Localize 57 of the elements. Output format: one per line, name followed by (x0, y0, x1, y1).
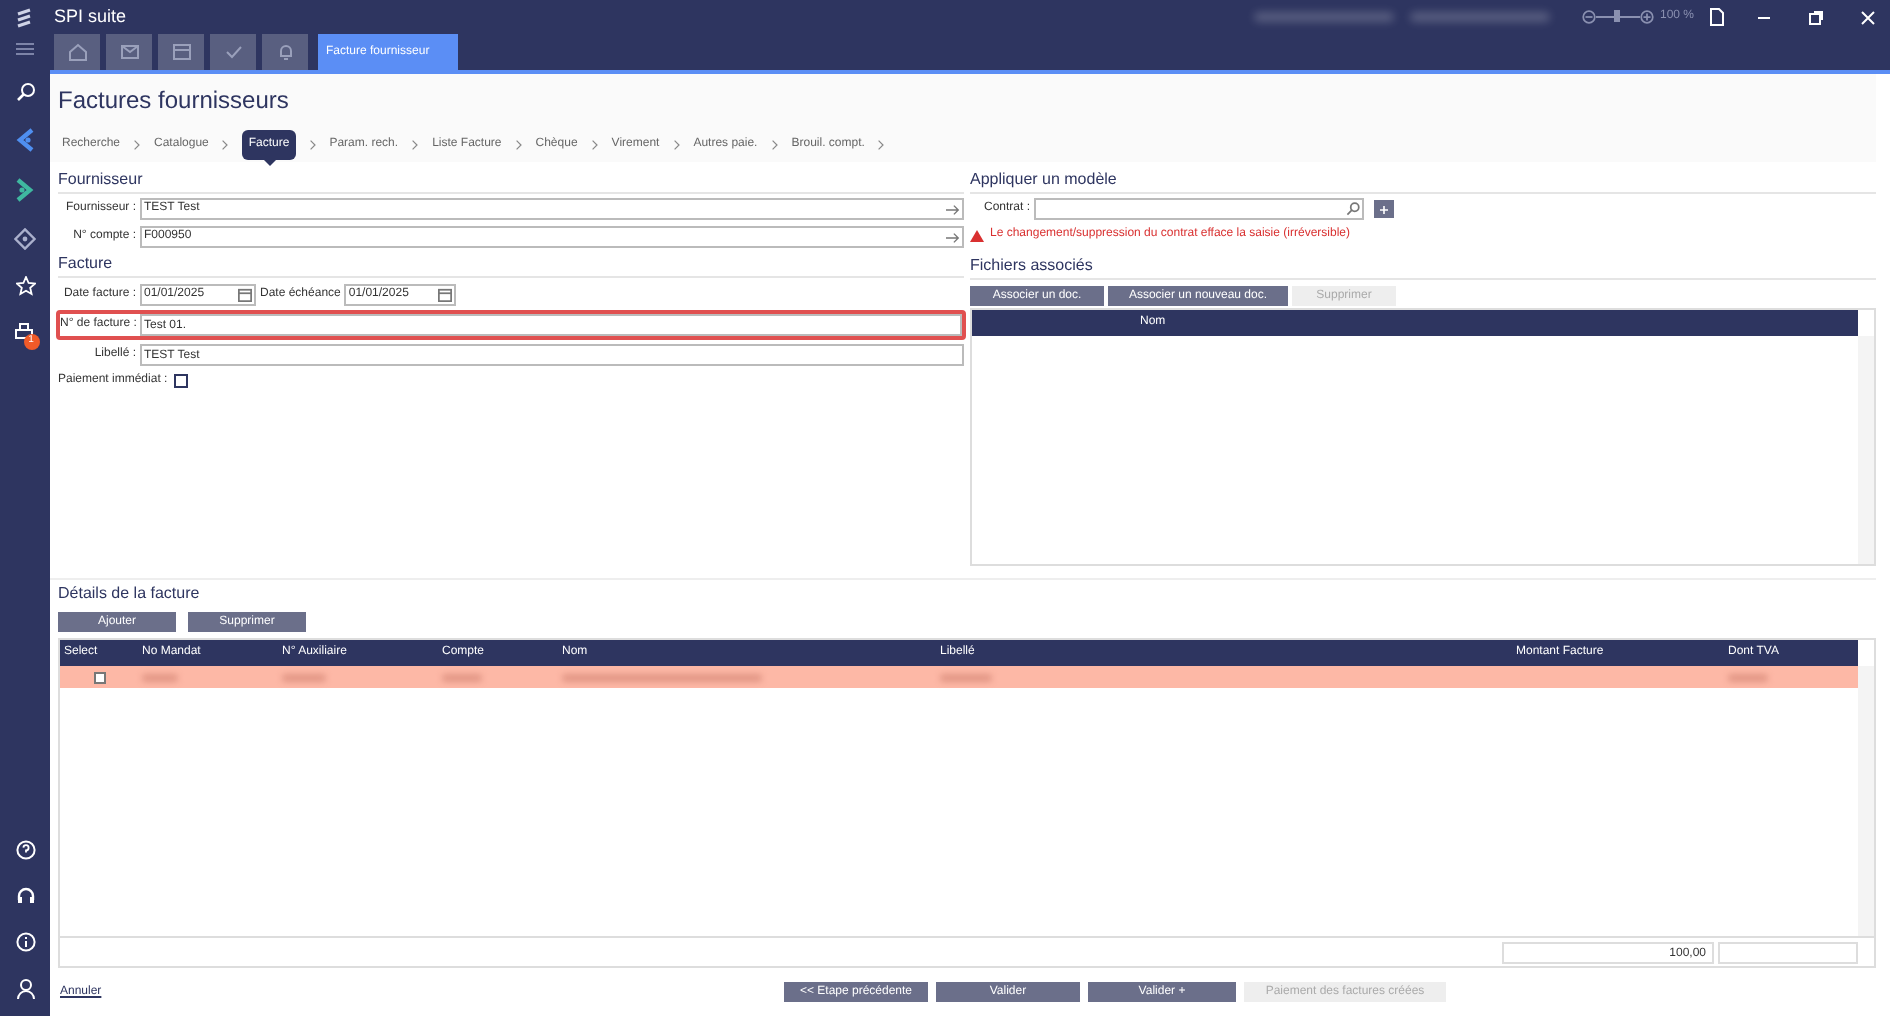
info-icon[interactable] (15, 932, 35, 952)
zoom-out-icon[interactable] (1581, 10, 1596, 24)
checkbox[interactable] (173, 374, 188, 388)
zoom-in-icon[interactable] (1639, 10, 1654, 24)
section-heading: Détails de la facture (58, 582, 202, 606)
arrow-icon[interactable] (946, 203, 960, 215)
tab[interactable] (262, 34, 308, 70)
right-arrow-icon[interactable] (14, 178, 36, 202)
mail-icon (119, 42, 139, 62)
section-heading: Facture (58, 252, 964, 278)
tva-total-field (1718, 941, 1858, 963)
tab[interactable] (158, 34, 204, 70)
chevron-icon (222, 140, 229, 150)
headset-icon[interactable] (15, 886, 35, 906)
restore-icon[interactable] (1808, 9, 1824, 25)
zoom-slider[interactable] (1595, 10, 1640, 24)
chevron-icon (134, 140, 141, 150)
search-icon[interactable] (15, 82, 35, 102)
page-title: Factures fournisseurs (58, 84, 291, 118)
tab[interactable] (54, 34, 100, 70)
document-icon[interactable] (1710, 8, 1724, 26)
plus-icon (1380, 205, 1388, 213)
section-heading: Fichiers associés (970, 254, 1876, 280)
contract-field[interactable] (1034, 198, 1364, 220)
warning-icon (970, 229, 984, 241)
tab[interactable] (106, 34, 152, 70)
add-button[interactable] (1374, 200, 1394, 218)
close-icon[interactable] (1860, 9, 1876, 25)
chevron-icon (591, 140, 598, 150)
chevron-icon (878, 140, 885, 150)
menu-icon[interactable] (16, 42, 34, 56)
home-icon (67, 42, 87, 62)
printer-icon[interactable] (13, 322, 33, 342)
slider-thumb[interactable] (1613, 10, 1620, 22)
section-heading: Appliquer un modèle (970, 168, 1876, 194)
chevron-icon (771, 140, 778, 150)
calendar-icon[interactable] (238, 288, 252, 302)
chevron-icon (673, 140, 680, 150)
chevron-icon (309, 140, 316, 150)
chevron-icon (515, 140, 522, 150)
star-icon[interactable] (15, 276, 35, 296)
arrow-icon[interactable] (946, 231, 960, 243)
user-icon[interactable] (15, 978, 35, 1000)
left-arrow-icon[interactable] (14, 128, 36, 152)
logo-icon (14, 7, 34, 27)
row-checkbox[interactable] (93, 671, 105, 683)
section-heading: Fournisseur (58, 168, 964, 194)
chevron-icon (412, 140, 419, 150)
calendar-icon (171, 42, 191, 62)
scrollbar[interactable] (1858, 336, 1874, 564)
bell-icon (275, 42, 295, 62)
scrollbar[interactable] (1858, 666, 1874, 936)
calendar-icon[interactable] (438, 288, 453, 302)
window-title: SPI suite (54, 3, 127, 30)
check-icon (223, 42, 243, 62)
help-icon[interactable] (15, 840, 35, 860)
diamond-icon[interactable] (14, 228, 36, 250)
